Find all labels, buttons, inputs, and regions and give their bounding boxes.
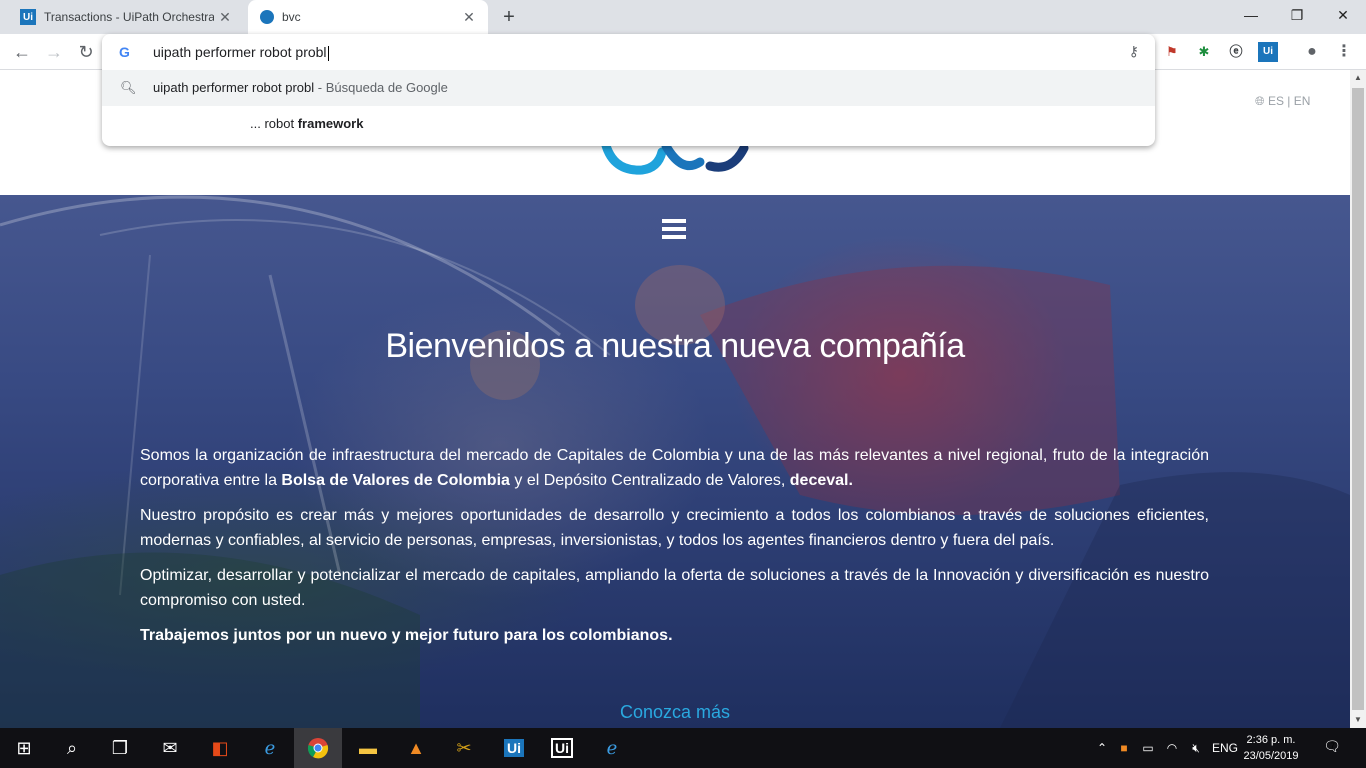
page-scrollbar[interactable]: ▲ ▼ [1350, 70, 1366, 728]
suggestion-sub: - Búsqueda de Google [317, 80, 448, 95]
language-switch[interactable]: ES | EN [1268, 94, 1310, 108]
menu-hamburger-icon[interactable] [662, 219, 686, 239]
bvc-icon [260, 10, 274, 24]
edge-icon[interactable]: ℯ [246, 728, 294, 768]
suggestion-query: uipath performer robot probl [153, 80, 315, 95]
pdf-extension-icon[interactable]: ⚑ [1162, 42, 1182, 62]
key-icon[interactable]: ⚷ [1129, 43, 1139, 60]
chevron-up-icon[interactable]: ⌃ [1092, 741, 1112, 755]
forward-button[interactable]: → [42, 40, 66, 64]
uipath-studio-icon[interactable]: Ui [490, 728, 538, 768]
new-tab-button[interactable]: + [498, 6, 520, 28]
clock-time: 2:36 p. m. [1246, 734, 1296, 746]
uipath-icon: Ui [20, 9, 36, 25]
google-icon: G [119, 44, 130, 60]
volume-muted-icon[interactable]: 🔇︎ [1184, 741, 1208, 756]
tab-uipath-orchestrator[interactable]: Ui Transactions - UiPath Orchestrato ✕ [0, 0, 244, 34]
internet-explorer-icon[interactable]: ℯ [588, 728, 636, 768]
extension-green-icon[interactable]: ✱ [1194, 42, 1214, 62]
office-icon[interactable]: ◧ [196, 728, 244, 768]
uipath-robot-icon[interactable]: Ui [538, 728, 586, 768]
profile-icon[interactable]: ● [1302, 42, 1322, 62]
address-bar[interactable]: G uipath performer robot probl ⚷ [102, 34, 1155, 70]
chrome-icon[interactable] [294, 728, 342, 768]
hero-section: Bienvenidos a nuestra nueva compañía Som… [0, 195, 1350, 728]
conozca-mas-link[interactable]: Conozca más [0, 702, 1350, 723]
scroll-down-icon[interactable]: ▼ [1350, 712, 1366, 728]
task-view-icon[interactable]: ❐ [96, 728, 144, 768]
bvc-name: Bolsa de Valores de Colombia [281, 472, 510, 489]
suggestion-item[interactable]: 🔍︎ uipath performer robot probl - Búsque… [102, 70, 1155, 106]
extension-e-icon[interactable]: ⓔ [1226, 42, 1246, 62]
minimize-button[interactable]: — [1228, 0, 1274, 30]
closing-paragraph: Trabajemos juntos por un nuevo y mejor f… [140, 627, 673, 644]
clock-date: 23/05/2019 [1243, 750, 1299, 762]
reload-button[interactable]: ↻ [74, 40, 98, 64]
suggestion-bold: framework [297, 116, 364, 131]
wifi-icon[interactable]: ◠ [1160, 741, 1184, 755]
commitment-paragraph: Optimizar, desarrollar y potencializar e… [140, 567, 1209, 609]
tab-bvc[interactable]: bvc ✕ [248, 0, 488, 34]
menu-icon[interactable]: ⋮ [1334, 42, 1354, 62]
tab-strip: Ui Transactions - UiPath Orchestrato ✕ b… [0, 0, 1366, 34]
mail-icon[interactable]: ✉ [146, 728, 194, 768]
search-icon: 🔍︎ [120, 80, 137, 95]
restore-button[interactable]: ❐ [1274, 0, 1320, 30]
uipath-extension-icon[interactable]: Ui [1258, 42, 1278, 62]
close-icon[interactable]: ✕ [214, 9, 236, 26]
clock[interactable]: 2:36 p. m. 23/05/2019 [1236, 732, 1306, 764]
deceval-name: deceval. [789, 472, 853, 489]
address-input[interactable]: uipath performer robot probl [153, 44, 329, 61]
scroll-thumb[interactable] [1352, 88, 1364, 710]
tab-title: bvc [282, 10, 301, 24]
hero-title: Bienvenidos a nuestra nueva compañía [385, 327, 965, 365]
close-icon[interactable]: ✕ [458, 9, 480, 26]
tools-icon[interactable]: ✂ [440, 728, 488, 768]
suggestion-item[interactable]: ... robot framework [102, 106, 1155, 142]
omnibox: G uipath performer robot probl ⚷ 🔍︎ uipa… [102, 34, 1155, 146]
close-window-button[interactable]: ✕ [1320, 0, 1366, 30]
windows-taskbar: ⊞ ⌕ ❐ ✉ ◧ ℯ ▬ ▲ ✂ Ui Ui ℯ ⌃ ■ ▭ ◠ 🔇︎ ENG… [0, 728, 1366, 768]
purpose-paragraph: Nuestro propósito es crear más y mejores… [140, 507, 1209, 549]
tab-title: Transactions - UiPath Orchestrato [44, 10, 214, 24]
scroll-up-icon[interactable]: ▲ [1350, 70, 1366, 86]
notification-count: 7 [1330, 741, 1336, 751]
vlc-icon[interactable]: ▲ [392, 728, 440, 768]
tray-app-icon[interactable]: ■ [1112, 741, 1136, 755]
file-explorer-icon[interactable]: ▬ [344, 728, 392, 768]
search-icon[interactable]: ⌕ [48, 728, 96, 768]
globe-icon: 🌐︎ [1255, 94, 1265, 108]
suggestion-prefix: ... robot [250, 116, 298, 131]
notification-icon[interactable]: 🗨︎ 7 [1322, 738, 1342, 758]
windows-start-icon[interactable]: ⊞ [0, 728, 48, 768]
intro-paragraph: Somos la organización de infraestructura… [140, 447, 1209, 489]
back-button[interactable]: ← [10, 40, 34, 64]
battery-icon[interactable]: ▭ [1136, 741, 1160, 755]
hero-body: Somos la organización de infraestructura… [140, 443, 1209, 658]
